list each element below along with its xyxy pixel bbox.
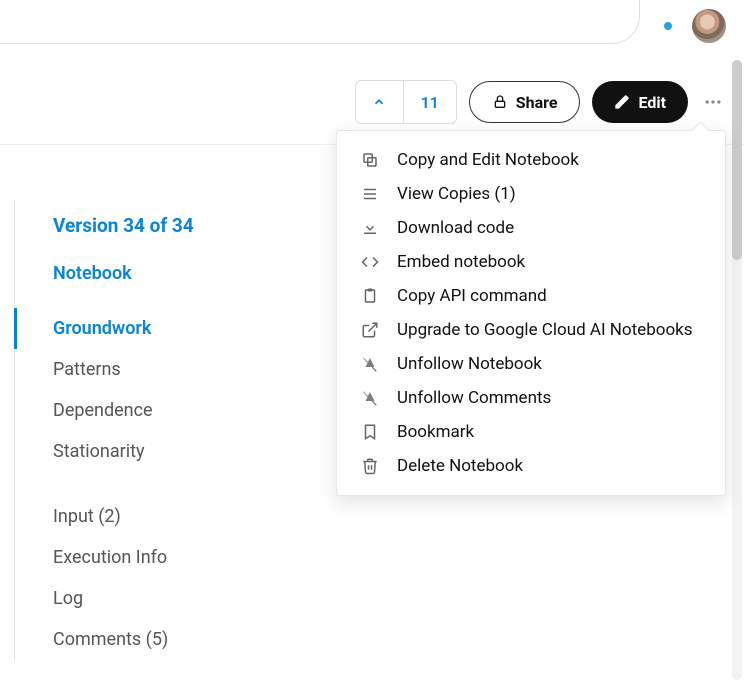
more-dropdown: Copy and Edit Notebook View Copies (1) D… xyxy=(336,130,726,496)
notification-dot[interactable] xyxy=(664,22,672,30)
menu-unfollow-comments[interactable]: Unfollow Comments xyxy=(337,381,725,415)
pencil-icon xyxy=(614,94,630,110)
nav-log[interactable]: Log xyxy=(15,578,234,619)
share-label: Share xyxy=(516,93,558,112)
unfollow-icon xyxy=(361,389,379,407)
external-icon xyxy=(361,321,379,339)
menu-label: Delete Notebook xyxy=(397,456,523,476)
menu-label: Download code xyxy=(397,218,514,238)
chevron-up-icon xyxy=(372,95,386,109)
edit-label: Edit xyxy=(638,93,666,112)
menu-bookmark[interactable]: Bookmark xyxy=(337,415,725,449)
clipboard-icon xyxy=(361,287,379,305)
sidebar: Version 34 of 34 Notebook Groundwork Pat… xyxy=(14,200,234,660)
menu-upgrade-gcloud[interactable]: Upgrade to Google Cloud AI Notebooks xyxy=(337,313,725,347)
menu-label: View Copies (1) xyxy=(397,184,516,204)
copy-icon xyxy=(361,151,379,169)
section-patterns[interactable]: Patterns xyxy=(15,349,234,390)
menu-label: Copy and Edit Notebook xyxy=(397,150,579,170)
version-selector: 11 xyxy=(355,80,457,124)
version-heading[interactable]: Version 34 of 34 xyxy=(15,200,234,251)
menu-label: Unfollow Notebook xyxy=(397,354,542,374)
nav-execution-info[interactable]: Execution Info xyxy=(15,537,234,578)
list-icon xyxy=(361,185,379,203)
menu-copy-api[interactable]: Copy API command xyxy=(337,279,725,313)
menu-label: Bookmark xyxy=(397,422,474,442)
menu-label: Embed notebook xyxy=(397,252,525,272)
edit-button[interactable]: Edit xyxy=(592,81,688,123)
download-icon xyxy=(361,219,379,237)
lock-icon xyxy=(492,94,508,110)
nav-comments[interactable]: Comments (5) xyxy=(15,619,234,660)
top-bar xyxy=(0,0,744,52)
menu-download[interactable]: Download code xyxy=(337,211,725,245)
scrollbar[interactable] xyxy=(732,60,742,680)
share-button[interactable]: Share xyxy=(469,81,581,123)
version-up-button[interactable] xyxy=(356,81,404,123)
trash-icon xyxy=(361,457,379,475)
scrollbar-thumb[interactable] xyxy=(732,60,742,260)
version-number[interactable]: 11 xyxy=(404,81,456,123)
embed-icon xyxy=(361,253,379,271)
menu-view-copies[interactable]: View Copies (1) xyxy=(337,177,725,211)
bookmark-icon xyxy=(361,423,379,441)
more-button[interactable] xyxy=(700,89,726,115)
menu-label: Upgrade to Google Cloud AI Notebooks xyxy=(397,320,693,340)
avatar[interactable] xyxy=(692,9,726,43)
menu-label: Copy API command xyxy=(397,286,547,306)
menu-copy-edit[interactable]: Copy and Edit Notebook xyxy=(337,143,725,177)
notebook-link[interactable]: Notebook xyxy=(15,251,234,296)
menu-embed[interactable]: Embed notebook xyxy=(337,245,725,279)
menu-unfollow-notebook[interactable]: Unfollow Notebook xyxy=(337,347,725,381)
menu-label: Unfollow Comments xyxy=(397,388,551,408)
section-stationarity[interactable]: Stationarity xyxy=(15,431,234,472)
menu-delete[interactable]: Delete Notebook xyxy=(337,449,725,483)
search-bar-outline xyxy=(0,0,640,44)
nav-input[interactable]: Input (2) xyxy=(15,496,234,537)
section-groundwork[interactable]: Groundwork xyxy=(14,308,234,349)
more-horizontal-icon xyxy=(703,92,723,112)
section-dependence[interactable]: Dependence xyxy=(15,390,234,431)
unfollow-icon xyxy=(361,355,379,373)
